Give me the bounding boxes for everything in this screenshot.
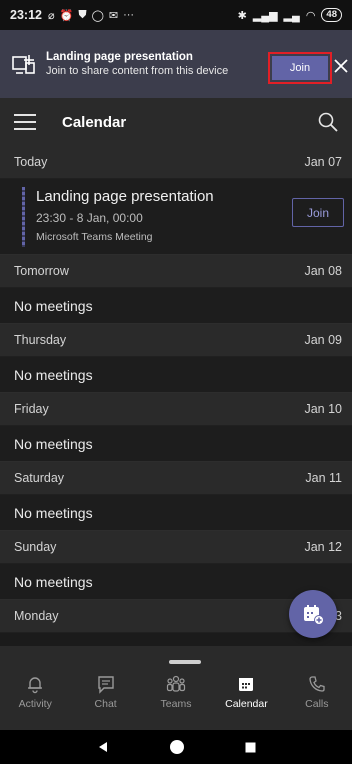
bluetooth-icon: ✱ [237, 9, 247, 22]
day-date: Jan 12 [304, 540, 342, 554]
signal-2-icon: ▂▄ [283, 9, 300, 22]
calendar-icon [239, 678, 254, 691]
day-date: Jan 07 [304, 155, 342, 169]
nav-activity[interactable]: Activity [0, 674, 70, 710]
nav-label: Activity [18, 698, 52, 710]
day-header-sunday: Sunday Jan 12 [0, 531, 352, 564]
meeting-item[interactable]: Landing page presentation 23:30 - 8 Jan,… [0, 179, 352, 255]
teams-icon [166, 675, 186, 692]
banner-subtitle: Join to share content from this device [46, 65, 229, 77]
day-label: Friday [14, 402, 49, 416]
no-meetings-row: No meetings [0, 288, 352, 324]
mail-icon: ✉ [108, 9, 119, 22]
day-label: Sunday [14, 540, 57, 554]
banner-join-button[interactable]: Join [272, 56, 328, 80]
notification-icons: ⌀ ⏰ ⛊ ◯ ✉ ··· [48, 9, 134, 22]
system-icons: ✱ ▂▄▆ ▂▄ ◠ 48 [238, 8, 342, 22]
close-icon[interactable] [333, 58, 349, 74]
day-date: Jan 10 [304, 402, 342, 416]
phone-icon [309, 676, 325, 692]
day-date: Jan 09 [304, 333, 342, 347]
nav-teams[interactable]: Teams [141, 674, 211, 710]
nav-chat[interactable]: Chat [70, 674, 140, 710]
battery-icon: 48 [321, 8, 342, 22]
more-icon: ··· [123, 9, 135, 21]
agenda-list: Today Jan 07 Landing page presentation 2… [0, 146, 352, 633]
status-bar: 23:12 ⌀ ⏰ ⛊ ◯ ✉ ··· ✱ ▂▄▆ ▂▄ ◠ 48 [0, 0, 352, 30]
no-meetings-row: No meetings [0, 357, 352, 393]
status-time: 23:12 [10, 8, 42, 22]
nav-calls[interactable]: Calls [282, 674, 352, 710]
nav-calendar[interactable]: Calendar [211, 674, 281, 710]
day-date: Jan 08 [304, 264, 342, 278]
system-nav-bar [0, 730, 352, 764]
banner-title: Landing page presentation [46, 51, 193, 63]
nav-label: Calls [305, 698, 329, 710]
nav-label: Teams [160, 698, 192, 710]
meeting-time: 23:30 - 8 Jan, 00:00 [36, 211, 143, 225]
nav-label: Calendar [225, 698, 268, 710]
recents-icon[interactable] [245, 742, 256, 753]
share-banner: Landing page presentation Join to share … [0, 30, 352, 98]
shield-icon: ⛊ [78, 8, 87, 21]
meeting-title: Landing page presentation [36, 188, 214, 205]
day-header-friday: Friday Jan 10 [0, 393, 352, 426]
wifi-icon: ◠ [305, 9, 316, 22]
hamburger-menu-icon[interactable] [14, 113, 36, 131]
alarm-icon: ⏰ [59, 9, 74, 22]
page-title: Calendar [62, 113, 127, 131]
calendar-add-icon [304, 605, 324, 625]
bell-icon [28, 677, 43, 694]
day-label: Today [14, 155, 48, 169]
signal-icon: ▂▄▆ [252, 9, 278, 22]
nav-label: Chat [94, 698, 117, 710]
search-icon[interactable] [318, 112, 338, 132]
day-header-today: Today Jan 07 [0, 146, 352, 179]
whatsapp-icon: ◯ [91, 9, 104, 22]
cast-screen-icon [12, 55, 35, 74]
bottom-nav: Activity Chat Teams Calendar Calls [0, 646, 352, 730]
meeting-accent-bar [22, 187, 25, 247]
day-label: Saturday [14, 471, 65, 485]
new-meeting-button[interactable] [289, 590, 337, 638]
day-header-tomorrow: Tomorrow Jan 08 [0, 255, 352, 288]
day-label: Tomorrow [14, 264, 69, 278]
meeting-type: Microsoft Teams Meeting [36, 231, 153, 243]
chat-icon [97, 676, 114, 694]
drag-handle[interactable] [169, 660, 201, 664]
no-meetings-row: No meetings [0, 495, 352, 531]
day-label: Monday [14, 609, 59, 623]
day-header-thursday: Thursday Jan 09 [0, 324, 352, 357]
join-highlight: Join [268, 52, 332, 84]
day-label: Thursday [14, 333, 67, 347]
app-header: Calendar [0, 98, 352, 146]
back-icon[interactable] [97, 741, 109, 753]
meeting-join-button[interactable]: Join [292, 198, 344, 227]
home-icon[interactable] [169, 739, 185, 755]
day-date: Jan 11 [305, 471, 342, 485]
no-disturb-icon: ⌀ [47, 9, 55, 22]
day-header-saturday: Saturday Jan 11 [0, 462, 352, 495]
no-meetings-row: No meetings [0, 426, 352, 462]
